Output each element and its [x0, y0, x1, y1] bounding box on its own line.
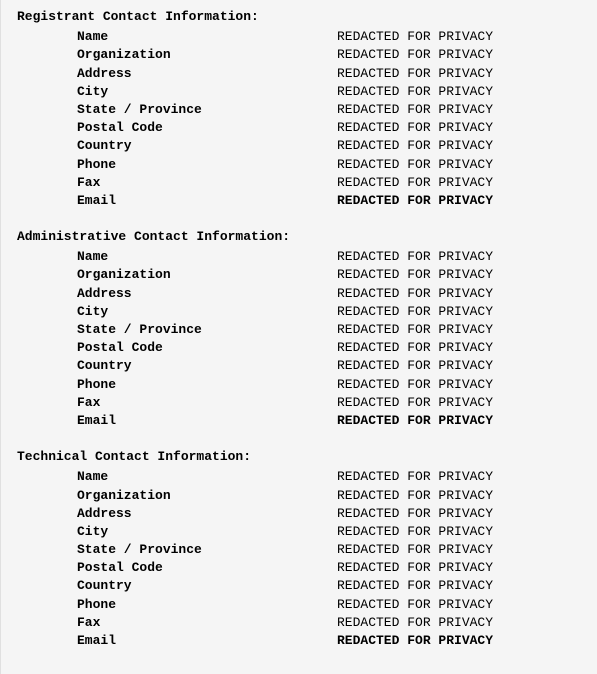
field-label: Address: [17, 65, 337, 83]
field-value: REDACTED FOR PRIVACY: [337, 303, 493, 321]
field-label: Phone: [17, 596, 337, 614]
field-label: Organization: [17, 487, 337, 505]
field-value: REDACTED FOR PRIVACY: [337, 101, 493, 119]
field-value: REDACTED FOR PRIVACY: [337, 541, 493, 559]
field-value: REDACTED FOR PRIVACY: [337, 192, 493, 210]
field-label: Postal Code: [17, 559, 337, 577]
field-value: REDACTED FOR PRIVACY: [337, 321, 493, 339]
field-label: Address: [17, 285, 337, 303]
field-label: Fax: [17, 614, 337, 632]
field-label: City: [17, 303, 337, 321]
field-label: Postal Code: [17, 339, 337, 357]
field-row: CityREDACTED FOR PRIVACY: [17, 523, 593, 541]
field-label: Organization: [17, 266, 337, 284]
field-row: AddressREDACTED FOR PRIVACY: [17, 505, 593, 523]
field-row: CountryREDACTED FOR PRIVACY: [17, 137, 593, 155]
field-label: Postal Code: [17, 119, 337, 137]
field-row: FaxREDACTED FOR PRIVACY: [17, 394, 593, 412]
field-row: EmailREDACTED FOR PRIVACY: [17, 192, 593, 210]
field-value: REDACTED FOR PRIVACY: [337, 65, 493, 83]
field-value: REDACTED FOR PRIVACY: [337, 174, 493, 192]
section-title: Registrant Contact Information:: [17, 8, 593, 26]
field-row: EmailREDACTED FOR PRIVACY: [17, 412, 593, 430]
field-label: Country: [17, 357, 337, 375]
field-value: REDACTED FOR PRIVACY: [337, 559, 493, 577]
field-label: City: [17, 523, 337, 541]
field-label: Fax: [17, 394, 337, 412]
field-value: REDACTED FOR PRIVACY: [337, 523, 493, 541]
field-row: CountryREDACTED FOR PRIVACY: [17, 577, 593, 595]
field-row: CityREDACTED FOR PRIVACY: [17, 83, 593, 101]
field-label: Email: [17, 192, 337, 210]
field-row: OrganizationREDACTED FOR PRIVACY: [17, 487, 593, 505]
field-value: REDACTED FOR PRIVACY: [337, 28, 493, 46]
field-value: REDACTED FOR PRIVACY: [337, 83, 493, 101]
field-row: State / ProvinceREDACTED FOR PRIVACY: [17, 101, 593, 119]
field-value: REDACTED FOR PRIVACY: [337, 632, 493, 650]
section-title: Administrative Contact Information:: [17, 228, 593, 246]
field-value: REDACTED FOR PRIVACY: [337, 505, 493, 523]
field-value: REDACTED FOR PRIVACY: [337, 596, 493, 614]
field-label: Address: [17, 505, 337, 523]
field-label: State / Province: [17, 321, 337, 339]
field-row: Postal CodeREDACTED FOR PRIVACY: [17, 119, 593, 137]
field-value: REDACTED FOR PRIVACY: [337, 487, 493, 505]
field-value: REDACTED FOR PRIVACY: [337, 248, 493, 266]
field-value: REDACTED FOR PRIVACY: [337, 119, 493, 137]
field-label: City: [17, 83, 337, 101]
field-label: Organization: [17, 46, 337, 64]
field-value: REDACTED FOR PRIVACY: [337, 156, 493, 174]
field-value: REDACTED FOR PRIVACY: [337, 339, 493, 357]
field-label: Country: [17, 577, 337, 595]
field-row: CountryREDACTED FOR PRIVACY: [17, 357, 593, 375]
field-value: REDACTED FOR PRIVACY: [337, 357, 493, 375]
field-value: REDACTED FOR PRIVACY: [337, 137, 493, 155]
field-value: REDACTED FOR PRIVACY: [337, 468, 493, 486]
field-row: EmailREDACTED FOR PRIVACY: [17, 632, 593, 650]
field-row: OrganizationREDACTED FOR PRIVACY: [17, 46, 593, 64]
field-row: NameREDACTED FOR PRIVACY: [17, 28, 593, 46]
field-label: State / Province: [17, 101, 337, 119]
field-value: REDACTED FOR PRIVACY: [337, 394, 493, 412]
field-label: Email: [17, 412, 337, 430]
field-row: NameREDACTED FOR PRIVACY: [17, 468, 593, 486]
section-title: Technical Contact Information:: [17, 448, 593, 466]
field-label: Phone: [17, 156, 337, 174]
field-row: OrganizationREDACTED FOR PRIVACY: [17, 266, 593, 284]
field-value: REDACTED FOR PRIVACY: [337, 412, 493, 430]
field-row: State / ProvinceREDACTED FOR PRIVACY: [17, 321, 593, 339]
field-row: FaxREDACTED FOR PRIVACY: [17, 614, 593, 632]
field-value: REDACTED FOR PRIVACY: [337, 376, 493, 394]
field-label: Phone: [17, 376, 337, 394]
field-label: State / Province: [17, 541, 337, 559]
field-label: Name: [17, 28, 337, 46]
field-value: REDACTED FOR PRIVACY: [337, 266, 493, 284]
field-value: REDACTED FOR PRIVACY: [337, 577, 493, 595]
field-row: PhoneREDACTED FOR PRIVACY: [17, 376, 593, 394]
contact-section: Administrative Contact Information:NameR…: [17, 228, 593, 430]
field-row: Postal CodeREDACTED FOR PRIVACY: [17, 339, 593, 357]
field-row: NameREDACTED FOR PRIVACY: [17, 248, 593, 266]
field-row: AddressREDACTED FOR PRIVACY: [17, 285, 593, 303]
contact-section: Technical Contact Information:NameREDACT…: [17, 448, 593, 650]
field-row: Postal CodeREDACTED FOR PRIVACY: [17, 559, 593, 577]
field-label: Country: [17, 137, 337, 155]
field-value: REDACTED FOR PRIVACY: [337, 46, 493, 64]
contact-section: Registrant Contact Information:NameREDAC…: [17, 8, 593, 210]
field-row: CityREDACTED FOR PRIVACY: [17, 303, 593, 321]
field-value: REDACTED FOR PRIVACY: [337, 614, 493, 632]
field-row: State / ProvinceREDACTED FOR PRIVACY: [17, 541, 593, 559]
field-label: Name: [17, 248, 337, 266]
field-row: PhoneREDACTED FOR PRIVACY: [17, 596, 593, 614]
field-label: Fax: [17, 174, 337, 192]
field-label: Name: [17, 468, 337, 486]
whois-contact-info: Registrant Contact Information:NameREDAC…: [17, 8, 593, 650]
field-row: AddressREDACTED FOR PRIVACY: [17, 65, 593, 83]
field-row: PhoneREDACTED FOR PRIVACY: [17, 156, 593, 174]
field-row: FaxREDACTED FOR PRIVACY: [17, 174, 593, 192]
field-value: REDACTED FOR PRIVACY: [337, 285, 493, 303]
field-label: Email: [17, 632, 337, 650]
